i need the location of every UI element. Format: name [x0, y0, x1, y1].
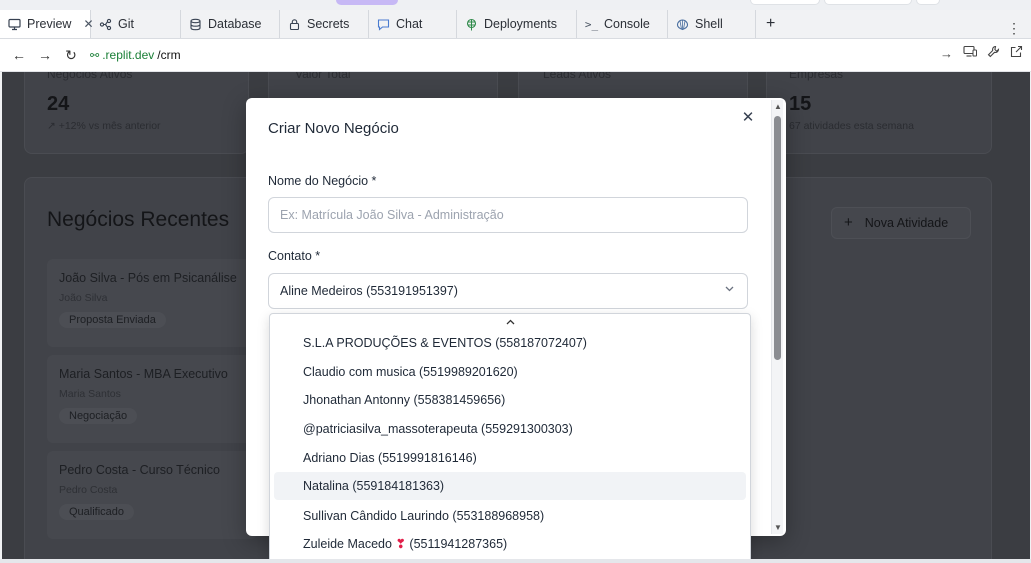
close-icon[interactable]: ✕: [740, 110, 756, 126]
contact-option-highlighted[interactable]: Natalina (559184181363): [274, 472, 746, 500]
deal-title: João Silva - Pós em Psicanálise: [59, 271, 237, 285]
deployments-icon: [465, 18, 478, 31]
go-arrow-icon[interactable]: →: [940, 46, 953, 61]
scroll-up-icon[interactable]: ▲: [774, 102, 782, 111]
devices-icon[interactable]: [963, 45, 977, 61]
tab-chat[interactable]: Chat: [369, 10, 457, 38]
tab-console[interactable]: >_ Console: [577, 10, 668, 38]
stat-label: Negócios Ativos: [47, 72, 133, 81]
contact-option[interactable]: Claudio com musica (5519989201620): [274, 358, 746, 386]
tab-label: Preview: [27, 17, 72, 31]
address-bar-actions: →: [940, 45, 1023, 61]
contact-option-phone: (5511941287365): [409, 537, 508, 551]
chat-icon: [377, 18, 390, 31]
tab-label: Chat: [396, 17, 423, 31]
address-bar: ← → ↻ ⚯ .replit.dev/crm →: [0, 39, 1031, 72]
contact-select-value: Aline Medeiros (553191951397): [280, 284, 458, 298]
shell-icon: [676, 18, 689, 31]
more-vertical-icon[interactable]: ⋮: [1007, 20, 1021, 37]
scroll-down-icon[interactable]: ▼: [774, 523, 782, 532]
contact-select[interactable]: Aline Medeiros (553191951397): [268, 273, 748, 309]
stat-card-companies: Empresas 15 67 atividades esta semana: [766, 72, 992, 154]
modal-title: Criar Novo Negócio: [268, 120, 399, 137]
bottom-edge: [0, 559, 1031, 563]
deal-contact: Maria Santos: [59, 388, 121, 400]
external-link-icon[interactable]: [1010, 45, 1023, 61]
git-icon: [99, 18, 112, 31]
tab-deployments[interactable]: Deployments: [457, 10, 577, 38]
url-field[interactable]: ⚯ .replit.dev/crm: [90, 48, 181, 62]
tab-shell[interactable]: Shell: [668, 10, 756, 38]
stat-label: Valor Total: [295, 72, 351, 81]
plus-icon: +: [766, 15, 776, 32]
stat-label: Empresas: [789, 72, 844, 81]
deal-card[interactable]: Pedro Costa - Curso Técnico Pedro Costa …: [47, 451, 257, 539]
deal-card[interactable]: Maria Santos - MBA Executivo Maria Santo…: [47, 355, 257, 443]
scrollbar-thumb[interactable]: [774, 116, 781, 360]
top-pill: [750, 0, 820, 5]
top-pill-active: [336, 0, 398, 5]
contact-dropdown-list: S.L.A PRODUÇÕES & EVENTOS (558187072407)…: [269, 313, 751, 563]
tab-label: Console: [604, 17, 650, 31]
tab-label: Database: [208, 17, 262, 31]
contact-option[interactable]: Jhonathan Antonny (558381459656): [274, 386, 746, 414]
stat-card-active-deals: Negócios Ativos 24 ↗ +12% vs mês anterio…: [24, 72, 249, 154]
section-title: Negócios Recentes: [47, 208, 230, 231]
contact-option[interactable]: @patriciasilva_massoterapeuta (559291300…: [274, 415, 746, 443]
contact-option[interactable]: Sullivan Cândido Laurindo (553188968958): [274, 502, 746, 530]
heart-icon: ❣: [395, 537, 406, 551]
tab-label: Secrets: [307, 17, 350, 31]
modal-scrollbar[interactable]: ▲ ▼: [771, 100, 783, 534]
monitor-icon: [8, 18, 21, 31]
stat-sub: ↗ +12% vs mês anterior: [47, 120, 161, 132]
chevron-down-icon: [724, 274, 735, 308]
url-path: /crm: [157, 48, 181, 62]
add-tab-button[interactable]: +: [756, 10, 785, 38]
deal-contact: Pedro Costa: [59, 484, 118, 496]
terminal-icon: >_: [584, 17, 599, 31]
deal-status-badge: Qualificado: [59, 504, 135, 520]
tab-git[interactable]: Git: [91, 10, 181, 38]
top-pill: [824, 0, 912, 5]
stat-value: 24: [47, 93, 70, 115]
stat-label: Leads Ativos: [543, 72, 612, 81]
contact-option[interactable]: S.L.A PRODUÇÕES & EVENTOS (558187072407): [274, 329, 746, 357]
deal-card[interactable]: João Silva - Pós em Psicanálise João Sil…: [47, 259, 257, 347]
lock-icon: [288, 18, 301, 31]
stat-value: 15: [789, 93, 812, 115]
url-domain: .replit.dev: [102, 48, 155, 62]
deal-title: Pedro Costa - Curso Técnico: [59, 463, 220, 477]
tab-label: Shell: [695, 17, 723, 31]
deal-title: Maria Santos - MBA Executivo: [59, 367, 228, 381]
back-arrow-icon[interactable]: ←: [8, 44, 30, 66]
forward-arrow-icon[interactable]: →: [34, 44, 56, 66]
top-pill: [916, 0, 940, 5]
contact-label: Contato *: [268, 249, 321, 263]
tab-secrets[interactable]: Secrets: [280, 10, 369, 38]
button-label: Nova Atividade: [864, 216, 949, 230]
deal-status-badge: Negociação: [59, 408, 138, 424]
deal-status-badge: Proposta Enviada: [59, 312, 166, 328]
tab-label: Git: [118, 17, 134, 31]
plus-icon: +: [844, 214, 853, 231]
chevron-up-icon[interactable]: [270, 318, 750, 329]
tab-database[interactable]: Database: [181, 10, 280, 38]
contact-option[interactable]: Zuleide Macedo ❣ (5511941287365): [274, 530, 746, 558]
wrench-icon[interactable]: [987, 45, 1000, 61]
workspace-tab-bar: Preview ✕ Git Database Secrets Chat Depl…: [0, 10, 1031, 39]
contact-option[interactable]: Adriano Dias (5519991816146): [274, 444, 746, 472]
link-icon: ⚯: [90, 49, 100, 62]
tab-label: Deployments: [484, 17, 557, 31]
database-icon: [189, 18, 202, 31]
stat-sub: 67 atividades esta semana: [789, 120, 914, 132]
reload-icon[interactable]: ↻: [60, 44, 82, 66]
top-strip: [0, 0, 1031, 10]
deal-name-label: Nome do Negócio *: [268, 174, 377, 188]
tab-preview[interactable]: Preview ✕: [0, 10, 94, 38]
deal-name-input[interactable]: Ex: Matrícula João Silva - Administração: [268, 197, 748, 233]
new-activity-button[interactable]: + Nova Atividade: [831, 207, 971, 239]
deal-contact: João Silva: [59, 292, 108, 304]
contact-option-name: Zuleide Macedo: [303, 537, 392, 551]
